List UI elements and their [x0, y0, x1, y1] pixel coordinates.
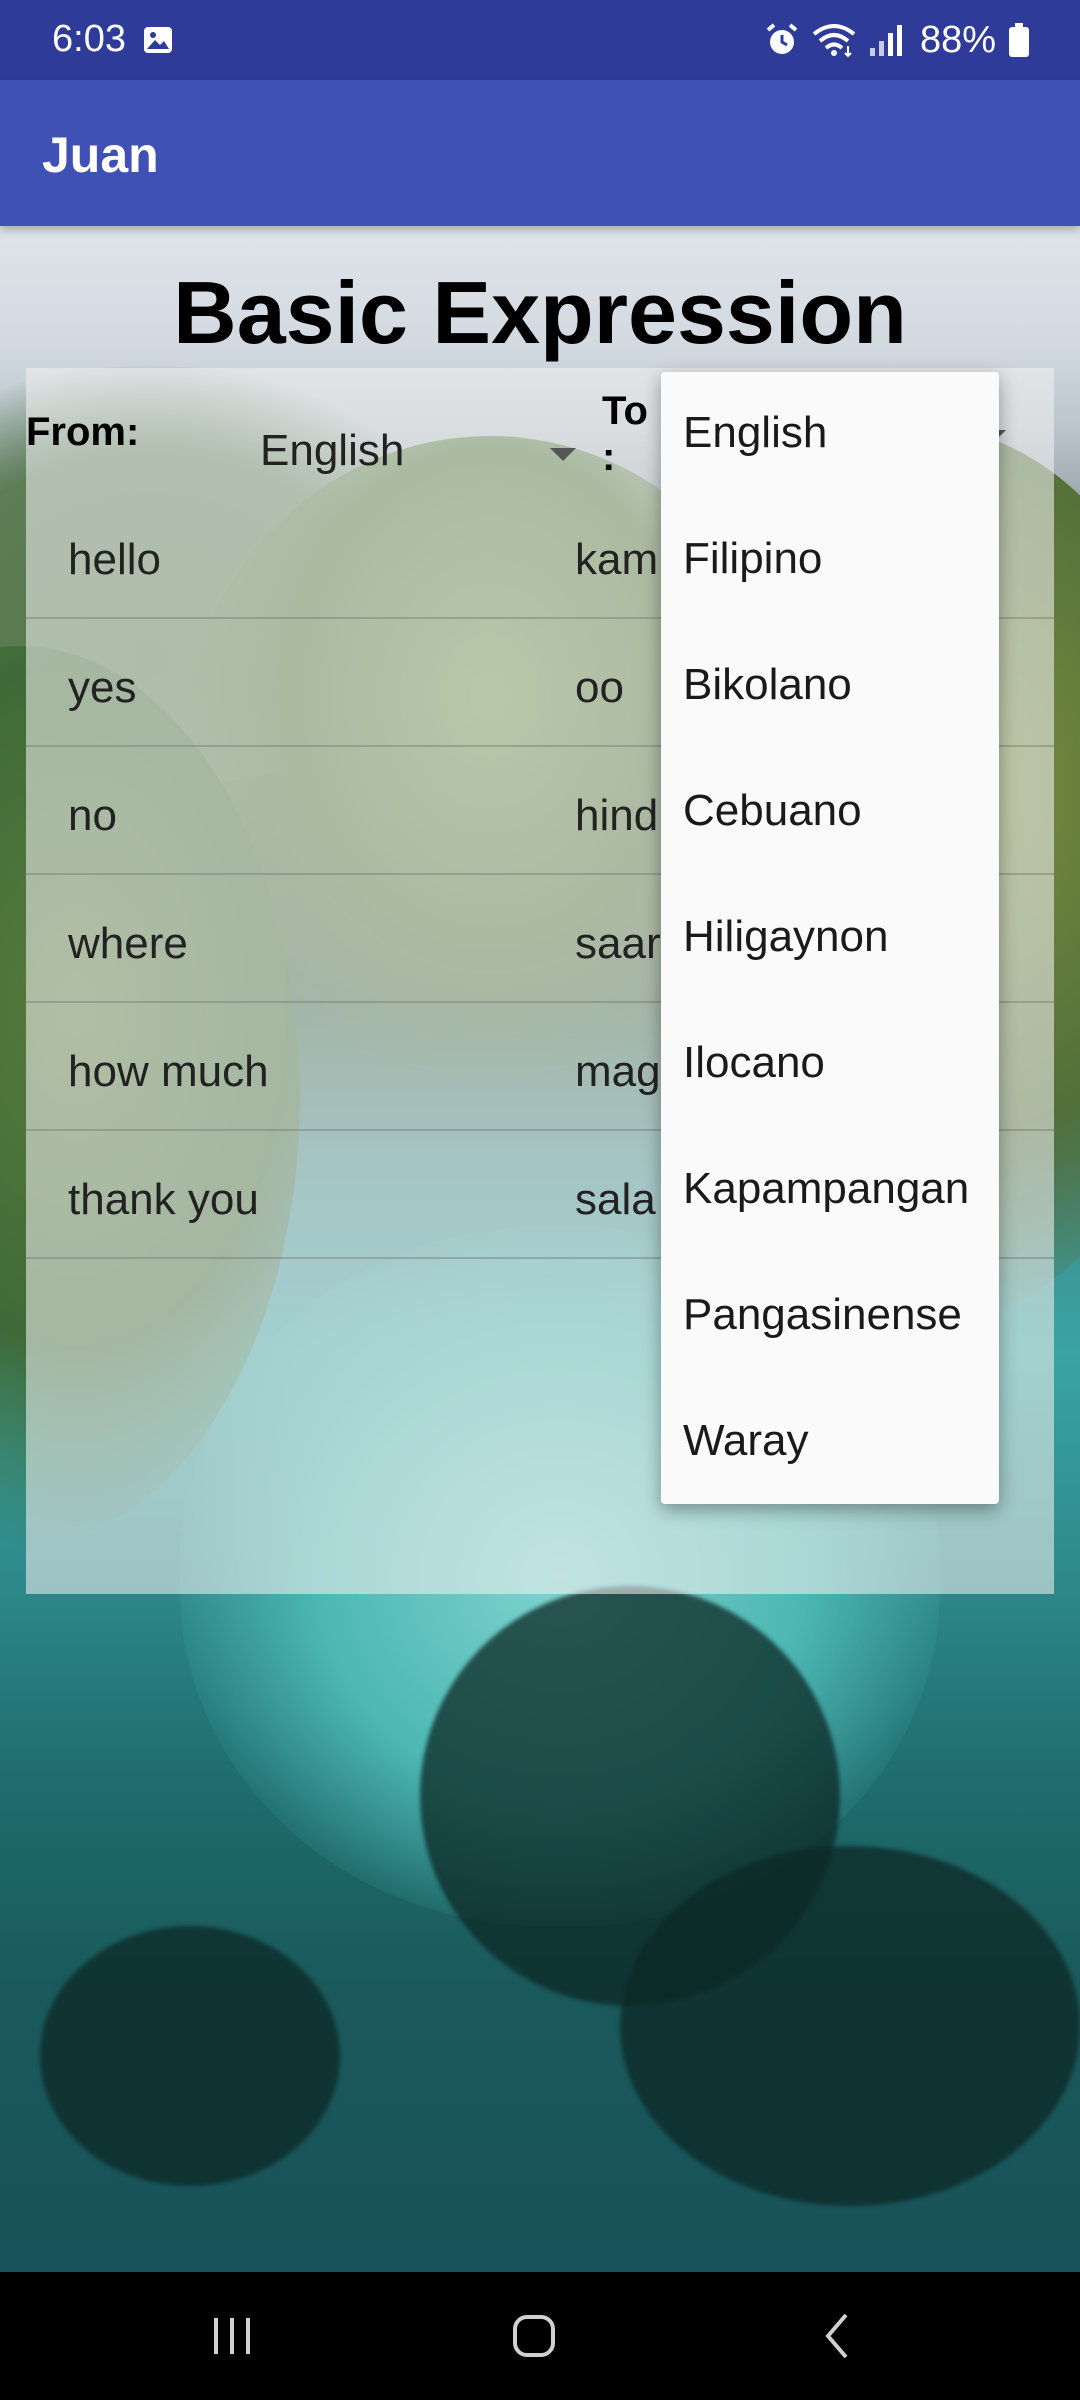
- to-language-dropdown-menu: English Filipino Bikolano Cebuano Hiliga…: [661, 372, 999, 1504]
- battery-percentage: 88%: [919, 18, 996, 61]
- app-title: Juan: [42, 127, 159, 183]
- status-time: 6:03: [52, 18, 126, 60]
- page-title: Basic Expression: [173, 263, 907, 362]
- screen: 6:03 88% Juan Basic Expression From: Eng…: [0, 0, 1080, 2400]
- from-language-dropdown[interactable]: English: [206, 386, 596, 486]
- dropdown-option-label: Kapampangan: [683, 1164, 970, 1213]
- expression-target: hind: [575, 791, 659, 840]
- expression-source: no: [68, 791, 117, 840]
- alarm-icon: [766, 23, 798, 54]
- to-label-text: To: [602, 389, 648, 433]
- dropdown-option-kapampangan[interactable]: Kapampangan: [661, 1128, 999, 1254]
- dropdown-option-english[interactable]: English: [661, 372, 999, 498]
- from-language-value: English: [260, 426, 405, 475]
- dropdown-option-ilocano[interactable]: Ilocano: [661, 1002, 999, 1128]
- dropdown-option-label: Filipino: [683, 534, 823, 583]
- dropdown-option-label: Pangasinense: [683, 1290, 962, 1339]
- to-label: To :: [602, 388, 662, 480]
- expression-source: thank you: [68, 1175, 259, 1224]
- from-label: From:: [26, 410, 140, 454]
- wifi-icon: [812, 24, 856, 58]
- battery-icon: [1009, 23, 1029, 57]
- recent-apps-button[interactable]: [172, 2296, 292, 2376]
- dropdown-option-pangasinense[interactable]: Pangasinense: [661, 1254, 999, 1380]
- expression-source: where: [68, 919, 188, 968]
- dropdown-option-filipino[interactable]: Filipino: [661, 498, 999, 624]
- back-icon: [825, 2313, 848, 2359]
- expression-target: kam: [575, 535, 659, 584]
- gallery-icon: [144, 27, 172, 53]
- to-label-colon: :: [602, 435, 616, 479]
- status-icons: 88%: [764, 16, 1030, 64]
- signal-icon: [869, 25, 902, 56]
- navigation-bar: [0, 2272, 1080, 2400]
- dropdown-option-label: Bikolano: [683, 660, 852, 709]
- expression-target: sala: [575, 1175, 656, 1224]
- dropdown-option-label: Cebuano: [683, 786, 862, 835]
- recent-apps-icon: [214, 2318, 250, 2354]
- home-button[interactable]: [474, 2296, 594, 2376]
- dropdown-option-waray[interactable]: Waray: [661, 1380, 999, 1506]
- home-icon: [513, 2315, 555, 2357]
- dropdown-option-cebuano[interactable]: Cebuano: [661, 750, 999, 876]
- back-button[interactable]: [778, 2296, 898, 2376]
- chevron-down-icon: [550, 448, 576, 461]
- dropdown-option-label: Ilocano: [683, 1038, 825, 1087]
- expression-source: how much: [68, 1047, 269, 1096]
- expression-target: mag: [575, 1047, 661, 1096]
- dropdown-option-label: Hiligaynon: [683, 912, 889, 961]
- expression-source: yes: [68, 663, 137, 712]
- expression-target: oo: [575, 663, 624, 712]
- status-bar: 6:03 88%: [0, 0, 1080, 80]
- dropdown-option-hiligaynon[interactable]: Hiligaynon: [661, 876, 999, 1002]
- dropdown-option-label: Waray: [683, 1416, 809, 1465]
- expression-source: hello: [68, 535, 161, 584]
- dropdown-option-bikolano[interactable]: Bikolano: [661, 624, 999, 750]
- app-bar: Juan: [0, 80, 1080, 226]
- expression-target: saar: [575, 919, 661, 968]
- dropdown-option-label: English: [683, 408, 828, 457]
